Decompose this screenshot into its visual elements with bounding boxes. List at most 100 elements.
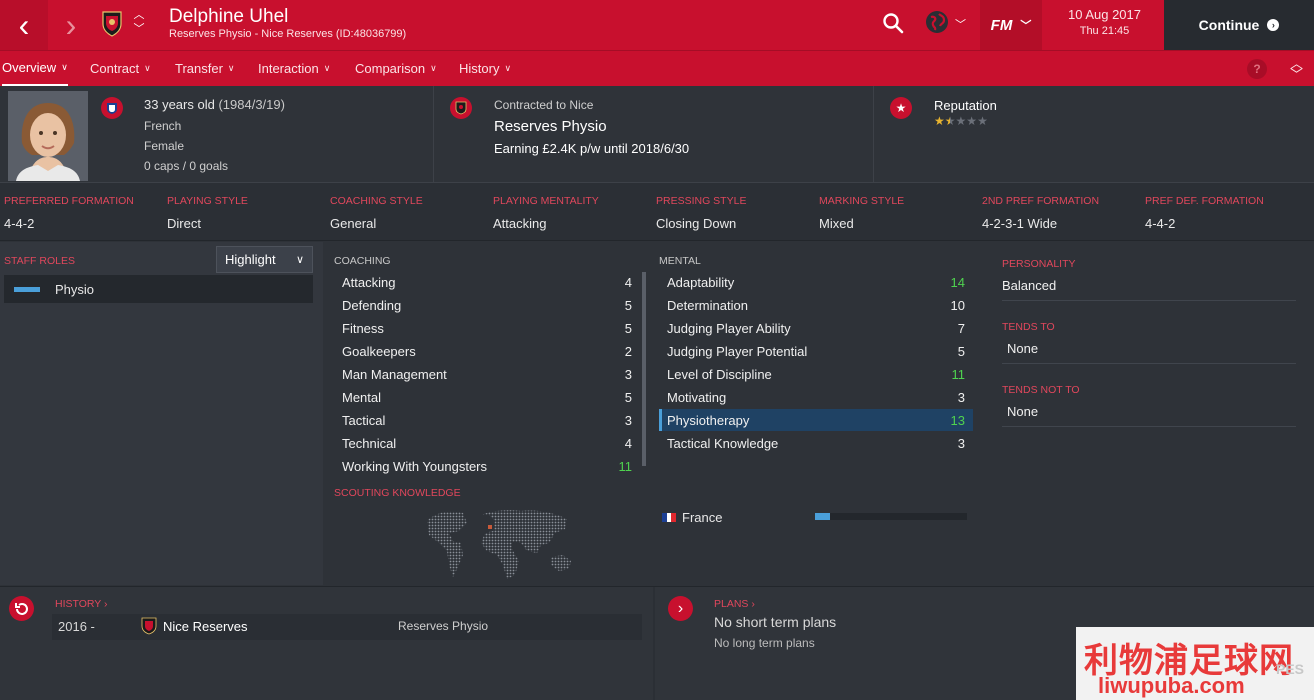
attribute-row[interactable]: Determination 10 bbox=[659, 294, 973, 316]
knowledge-bar bbox=[815, 513, 967, 520]
attribute-name: Attacking bbox=[342, 274, 396, 290]
continue-button[interactable]: Continue › bbox=[1164, 0, 1314, 50]
gender-text: Female bbox=[144, 139, 185, 153]
attribute-name: Judging Player Potential bbox=[667, 343, 808, 359]
scrollbar[interactable] bbox=[642, 272, 646, 466]
star-icon: ★ bbox=[890, 97, 912, 119]
tends-to-label: TENDS TO bbox=[1002, 321, 1055, 333]
attribute-value: 14 bbox=[950, 274, 965, 290]
date-text: 10 Aug 2017 bbox=[1067, 7, 1142, 22]
attribute-name: Mental bbox=[342, 389, 382, 405]
attribute-value: 5 bbox=[624, 389, 632, 405]
attribute-row[interactable]: Judging Player Potential 5 bbox=[659, 340, 973, 362]
back-button[interactable]: ‹ bbox=[0, 0, 48, 50]
highlight-label: Highlight bbox=[225, 252, 276, 267]
watermark-logo: 利物浦足球网 liwupuba.com PES bbox=[1076, 627, 1314, 700]
short-term-plans: No short term plans bbox=[714, 614, 837, 630]
dob-text: (1984/3/19) bbox=[218, 97, 285, 112]
chevron-down-icon: ﹀ bbox=[955, 19, 966, 31]
globe-icon bbox=[925, 10, 949, 39]
watermark-tag: PES bbox=[1276, 661, 1305, 677]
attribute-row[interactable]: Man Management 3 bbox=[334, 363, 640, 385]
plans-link[interactable]: PLANS › bbox=[714, 598, 755, 610]
attribute-row[interactable]: Technical 4 bbox=[334, 432, 640, 454]
forward-button[interactable]: › bbox=[48, 0, 94, 50]
attribute-value: 13 bbox=[950, 412, 965, 428]
style-value: Mixed bbox=[819, 216, 854, 231]
nation-flag-icon bbox=[101, 97, 123, 119]
tends-not-to-label: TENDS NOT TO bbox=[1002, 384, 1080, 396]
contract-wage: Earning £2.4K p/w until 2018/6/30 bbox=[494, 141, 690, 156]
scouting-country: France bbox=[662, 510, 722, 525]
fm-menu-button[interactable]: FM ﹀ bbox=[980, 0, 1042, 50]
knowledge-fill bbox=[815, 513, 831, 520]
attribute-name: Fitness bbox=[342, 320, 384, 336]
divider bbox=[1002, 426, 1296, 427]
attribute-row[interactable]: Level of Discipline 11 bbox=[659, 363, 973, 385]
attribute-row[interactable]: Mental 5 bbox=[334, 386, 640, 408]
tab-interaction[interactable]: Interaction ∨ bbox=[258, 51, 330, 86]
globe-menu[interactable]: ﹀ bbox=[925, 10, 971, 39]
attribute-row[interactable]: Defending 5 bbox=[334, 294, 640, 316]
chevron-down-icon: ∨ bbox=[61, 62, 68, 72]
attribute-name: Motivating bbox=[667, 389, 727, 405]
tab-history[interactable]: History ∨ bbox=[459, 51, 511, 86]
staff-role-item[interactable]: Physio bbox=[4, 275, 313, 303]
attribute-name: Adaptability bbox=[667, 274, 735, 290]
fm-logo: FM bbox=[990, 16, 1013, 34]
back-icon: ‹ bbox=[18, 7, 30, 43]
club-crest-icon bbox=[141, 617, 157, 635]
attribute-row[interactable]: Goalkeepers 2 bbox=[334, 340, 640, 362]
divider bbox=[1002, 363, 1296, 364]
style-value: Direct bbox=[167, 216, 201, 231]
attribute-row[interactable]: Physiotherapy 13 bbox=[659, 409, 973, 431]
chevron-down-icon: ∨ bbox=[295, 254, 304, 266]
attribute-name: Technical bbox=[342, 435, 397, 451]
tab-transfer[interactable]: Transfer ∨ bbox=[175, 51, 235, 86]
history-link[interactable]: HISTORY › bbox=[55, 598, 108, 610]
reputation-star-icon: ★ bbox=[966, 114, 977, 128]
attribute-value: 2 bbox=[624, 343, 632, 359]
chevron-down-icon: ∨ bbox=[144, 63, 151, 73]
tab-comparison[interactable]: Comparison ∨ bbox=[355, 51, 437, 86]
continue-arrow-icon: › bbox=[1267, 19, 1280, 31]
attribute-row[interactable]: Adaptability 14 bbox=[659, 271, 973, 293]
game-date[interactable]: 10 Aug 2017 Thu 21:45 bbox=[1044, 0, 1165, 50]
attribute-row[interactable]: Working With Youngsters 11 bbox=[334, 455, 640, 477]
style-value: Closing Down bbox=[656, 216, 737, 231]
watermark-url: liwupuba.com bbox=[1098, 673, 1245, 698]
style-label: PLAYING MENTALITY bbox=[493, 195, 599, 207]
attribute-name: Level of Discipline bbox=[667, 366, 772, 382]
attribute-value: 11 bbox=[618, 458, 633, 474]
forward-icon: › bbox=[65, 7, 77, 43]
more-options-icon[interactable]: ︿ ﹀ bbox=[1290, 57, 1303, 81]
history-club: Nice Reserves bbox=[163, 619, 248, 634]
plans-label: PLANS bbox=[714, 598, 749, 610]
search-icon[interactable] bbox=[882, 12, 904, 34]
attribute-value: 3 bbox=[624, 366, 632, 382]
tab-overview[interactable]: Overview ∨ bbox=[2, 51, 68, 86]
history-row[interactable]: 2016 - Nice Reserves Reserves Physio bbox=[52, 614, 642, 640]
time-text: Thu 21:45 bbox=[1079, 25, 1130, 37]
tab-contract[interactable]: Contract ∨ bbox=[90, 51, 151, 86]
attribute-value: 11 bbox=[951, 366, 966, 382]
attribute-row[interactable]: Fitness 5 bbox=[334, 317, 640, 339]
style-value: 4-4-2 bbox=[4, 216, 35, 231]
style-label: PRESSING STYLE bbox=[656, 195, 747, 207]
style-label: MARKING STYLE bbox=[819, 195, 905, 207]
staff-subtitle[interactable]: Reserves Physio - Nice Reserves (ID:4803… bbox=[169, 28, 406, 40]
attribute-value: 7 bbox=[957, 320, 965, 336]
attribute-row[interactable]: Tactical Knowledge 3 bbox=[659, 432, 973, 454]
plans-arrow-icon: › bbox=[668, 596, 693, 621]
attribute-row[interactable]: Attacking 4 bbox=[334, 271, 640, 293]
attribute-row[interactable]: Judging Player Ability 7 bbox=[659, 317, 973, 339]
tab-label: History bbox=[459, 61, 500, 76]
world-map[interactable] bbox=[425, 503, 575, 581]
up-down-arrows-icon[interactable]: ︿ ﹀ bbox=[132, 8, 146, 40]
attribute-row[interactable]: Motivating 3 bbox=[659, 386, 973, 408]
highlight-dropdown[interactable]: Highlight ∨ bbox=[216, 246, 313, 273]
attribute-value: 3 bbox=[624, 412, 632, 428]
help-icon[interactable]: ? bbox=[1247, 59, 1267, 79]
attribute-row[interactable]: Tactical 3 bbox=[334, 409, 640, 431]
caps-text[interactable]: 0 caps / 0 goals bbox=[144, 159, 228, 173]
